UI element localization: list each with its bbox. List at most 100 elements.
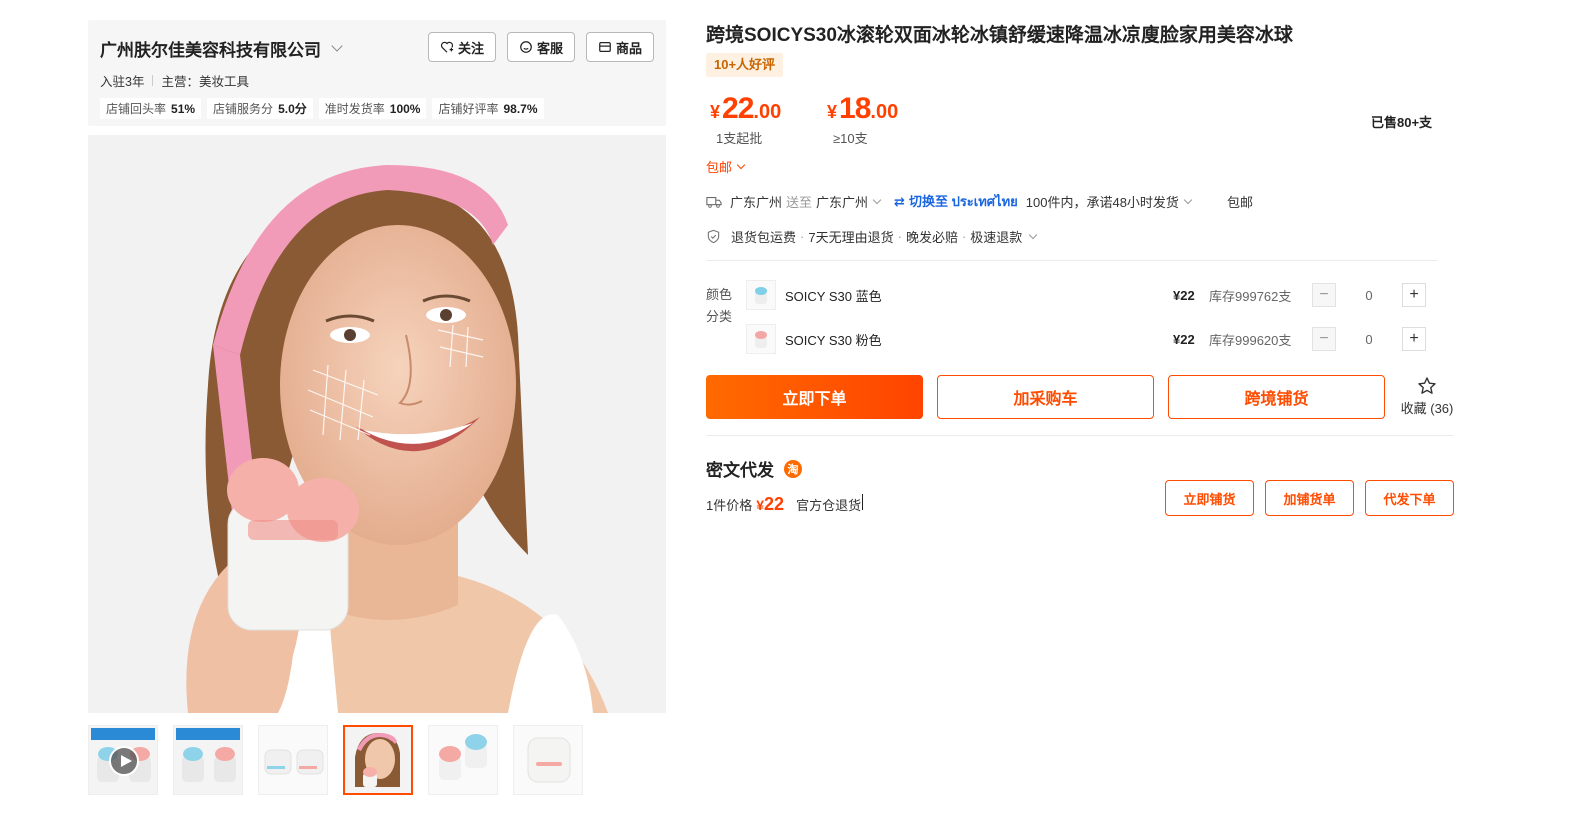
chat-icon	[520, 41, 532, 53]
price-tier-2: ¥ 18 .00 ≥10支	[827, 92, 898, 147]
dropship-order-button[interactable]: 代发下单	[1365, 480, 1454, 516]
thumbnail-image	[259, 726, 327, 794]
dropship-price-row: 1件价格 ¥22 官方仓退货	[706, 494, 864, 515]
divider	[152, 75, 154, 86]
thumbnail-image	[345, 727, 411, 793]
encrypted-dropship-section-title: 密文代发 淘	[706, 456, 802, 481]
sku-stock: 库存999762支	[1209, 288, 1292, 304]
thumbnail-active[interactable]	[343, 725, 413, 795]
customer-service-button[interactable]: 客服	[506, 32, 575, 62]
shop-meta: 入驻3年 主营：美妆工具	[100, 71, 249, 90]
chevron-down-icon	[1029, 230, 1038, 239]
products-button[interactable]: 商品	[585, 32, 654, 62]
service-item: 7天无理由退货	[808, 230, 894, 245]
sku-price: ¥22	[1173, 331, 1195, 347]
quantity-increase-button[interactable]: +	[1402, 283, 1426, 307]
divider	[706, 260, 1438, 261]
dropship-price-label: 1件价格	[706, 498, 753, 513]
thumbnail-image	[429, 726, 497, 794]
sku-thumbnail[interactable]	[746, 324, 776, 354]
list-now-button[interactable]: 立即铺货	[1165, 480, 1254, 516]
shop-stats: 店铺回头率 51% 店铺服务分 5.0分 准时发货率 100% 店铺好评率 98.7%	[100, 98, 544, 119]
dropship-return-note: 官方仓退货	[796, 498, 862, 513]
truck-icon	[706, 196, 722, 208]
swap-icon: ⇄	[894, 193, 905, 209]
quantity-increase-button[interactable]: +	[1402, 327, 1426, 351]
praise-badge: 10+人好评	[706, 53, 784, 77]
thumbnail-strip	[88, 725, 583, 795]
thumbnail-video[interactable]	[88, 725, 158, 795]
favorite-button[interactable]: 收藏 (36)	[1398, 376, 1456, 417]
thumbnail-image	[514, 726, 582, 794]
shop-stat: 店铺回头率 51%	[100, 98, 202, 119]
thumbnail[interactable]	[428, 725, 498, 795]
ship-from: 广东广州	[730, 195, 783, 210]
chevron-down-icon	[1183, 195, 1193, 204]
favorite-count: 收藏 (36)	[1400, 401, 1454, 416]
delivery-promise[interactable]: 100件内，承诺48小时发货	[1026, 192, 1193, 211]
chevron-down-icon	[736, 160, 746, 169]
shop-stat: 店铺好评率 98.7%	[432, 98, 544, 119]
sold-count: 已售80+支	[1371, 115, 1433, 130]
shipping-free: 包邮	[1226, 195, 1253, 210]
thumbnail[interactable]	[258, 725, 328, 795]
shop-main-category: 主营：美妆工具	[161, 75, 249, 89]
sku-image	[755, 287, 767, 304]
thumbnail[interactable]	[513, 725, 583, 795]
play-icon	[109, 746, 139, 776]
price: ¥ 18 .00	[827, 92, 899, 125]
free-shipping-dropdown[interactable]: 包邮	[706, 157, 746, 176]
shop-name[interactable]: 广州肤尔佳美容科技有限公司	[100, 36, 343, 61]
ship-to[interactable]: 广东广州	[816, 192, 882, 211]
quantity-decrease-button[interactable]: −	[1312, 283, 1336, 307]
price-condition: 1支起批	[716, 131, 763, 146]
ship-to-word: 送至	[786, 195, 813, 210]
quantity-input[interactable]: 0	[1336, 288, 1402, 303]
star-icon	[1418, 377, 1436, 394]
shield-check-icon	[707, 229, 720, 244]
shop-card: 广州肤尔佳美容科技有限公司 关注 客服 商品 入驻3年 主营：美妆工具 店铺回头…	[88, 20, 666, 126]
store-icon	[599, 42, 611, 52]
product-photo	[88, 135, 666, 713]
shop-stat: 店铺服务分 5.0分	[207, 98, 313, 119]
shop-name-text: 广州肤尔佳美容科技有限公司	[100, 41, 321, 60]
add-to-cart-button[interactable]: 加采购车	[937, 375, 1154, 419]
thumbnail[interactable]	[173, 725, 243, 795]
divider	[706, 435, 1454, 436]
shop-actions: 关注 客服 商品	[427, 32, 654, 62]
cross-border-list-button[interactable]: 跨境铺货	[1168, 375, 1385, 419]
quantity-input[interactable]: 0	[1336, 332, 1402, 347]
switch-destination-link[interactable]: ⇄ 切换至 ประเทศไทย	[894, 191, 1018, 212]
shop-stat: 准时发货率 100%	[318, 98, 427, 119]
follow-button[interactable]: 关注	[427, 32, 496, 62]
chevron-down-icon	[872, 195, 882, 204]
price: ¥ 22 .00	[710, 92, 782, 125]
sku-stock: 库存999620支	[1209, 332, 1292, 348]
price-condition: ≥10支	[833, 131, 868, 146]
dropship-price: ¥22	[756, 494, 785, 514]
price-tier-1: ¥ 22 .00 1支起批	[710, 92, 781, 147]
service-item: 晚发必赔	[905, 230, 958, 245]
shipping-row: 广东广州 送至 广东广州 ⇄ 切换至 ประเทศไทย 100件内，承诺48小…	[706, 191, 1253, 212]
separator-dot: ·	[800, 229, 805, 244]
product-title: 跨境SOICYS30冰滚轮双面冰轮冰镇舒缓速降温冰凉廋脸家用美容冰球	[706, 25, 1293, 46]
buy-now-button[interactable]: 立即下单	[706, 375, 923, 419]
sku-option-row: SOICY S30 粉色 ¥22 库存999620支 − 0 +	[746, 323, 1438, 355]
separator-dot: ·	[961, 229, 967, 244]
text-cursor	[862, 494, 864, 510]
product-main-image[interactable]	[88, 135, 666, 713]
service-row[interactable]: 退货包运费 · 7天无理由退货 · 晚发必赔 · 极速退款	[706, 227, 1038, 246]
thumbnail-banner	[176, 728, 240, 740]
chevron-down-icon[interactable]	[331, 39, 343, 52]
add-list-button[interactable]: 加铺货单	[1265, 480, 1354, 516]
heart-plus-icon	[440, 41, 454, 53]
sku-thumbnail[interactable]	[746, 280, 776, 310]
thumbnail-banner	[91, 728, 155, 740]
sku-option-row: SOICY S30 蓝色 ¥22 库存999762支 − 0 +	[746, 279, 1438, 311]
sku-name: SOICY S30 蓝色	[785, 288, 882, 304]
quantity-decrease-button[interactable]: −	[1312, 327, 1336, 351]
sku-price: ¥22	[1173, 287, 1195, 303]
sku-label: 颜色分类	[706, 287, 733, 324]
service-item: 极速退款	[970, 230, 1023, 245]
service-item: 退货包运费	[731, 230, 797, 245]
